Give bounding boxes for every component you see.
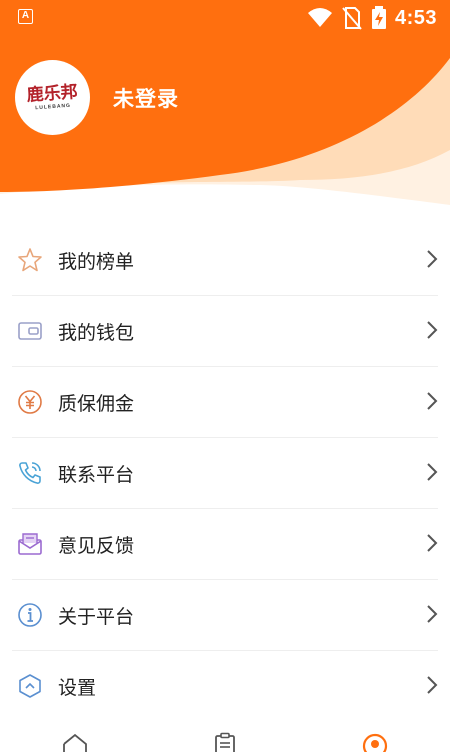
chevron-right-icon — [427, 676, 438, 694]
menu-item-label: 联系平台 — [58, 463, 135, 486]
mail-icon — [15, 529, 45, 559]
orders-icon — [215, 732, 235, 752]
menu-item-about-platform[interactable]: 关于平台 — [12, 580, 438, 651]
menu-item-my-wallet[interactable]: 我的钱包 — [12, 296, 438, 367]
tab-profile[interactable] — [360, 732, 390, 752]
tab-orders[interactable] — [210, 732, 240, 752]
chevron-right-icon — [427, 534, 438, 552]
brand-logo: 鹿乐邦 LULEBANG — [26, 81, 79, 111]
menu-list: 我的榜单 我的钱包 质保佣金 联系平台 意见反馈 关于平台 设置 — [0, 225, 450, 722]
bottom-tab-bar — [0, 720, 450, 752]
menu-item-label: 关于平台 — [58, 605, 135, 628]
phone-icon — [15, 458, 45, 488]
avatar[interactable]: 鹿乐邦 LULEBANG — [15, 60, 90, 135]
chevron-right-icon — [427, 392, 438, 410]
chevron-right-icon — [427, 250, 438, 268]
app-notification-icon: A — [18, 9, 33, 24]
wifi-icon — [307, 8, 332, 27]
tab-home[interactable] — [60, 732, 90, 752]
menu-item-settings[interactable]: 设置 — [12, 651, 438, 722]
battery-charging-icon — [371, 6, 386, 29]
star-icon — [15, 245, 45, 275]
chevron-right-icon — [427, 463, 438, 481]
menu-item-my-ranking[interactable]: 我的榜单 — [12, 225, 438, 296]
yen-icon — [15, 387, 45, 417]
menu-item-feedback[interactable]: 意见反馈 — [12, 509, 438, 580]
settings-hex-icon — [15, 671, 45, 701]
no-sim-icon — [342, 7, 362, 30]
wallet-icon — [15, 316, 45, 346]
chevron-right-icon — [427, 605, 438, 623]
status-bar: A 4:53 — [0, 0, 450, 36]
menu-item-contact-platform[interactable]: 联系平台 — [12, 438, 438, 509]
menu-item-warranty-commission[interactable]: 质保佣金 — [12, 367, 438, 438]
login-status-text[interactable]: 未登录 — [113, 83, 179, 113]
info-icon — [15, 600, 45, 630]
clock-time: 4:53 — [394, 6, 437, 29]
menu-item-label: 质保佣金 — [58, 392, 135, 415]
profile-icon — [362, 733, 388, 752]
menu-item-label: 意见反馈 — [58, 534, 135, 557]
chevron-right-icon — [427, 321, 438, 339]
profile-header[interactable]: 鹿乐邦 LULEBANG 未登录 — [15, 60, 179, 135]
home-icon — [63, 733, 87, 752]
menu-item-label: 我的钱包 — [58, 321, 135, 344]
menu-item-label: 设置 — [58, 676, 97, 699]
menu-item-label: 我的榜单 — [58, 250, 135, 273]
